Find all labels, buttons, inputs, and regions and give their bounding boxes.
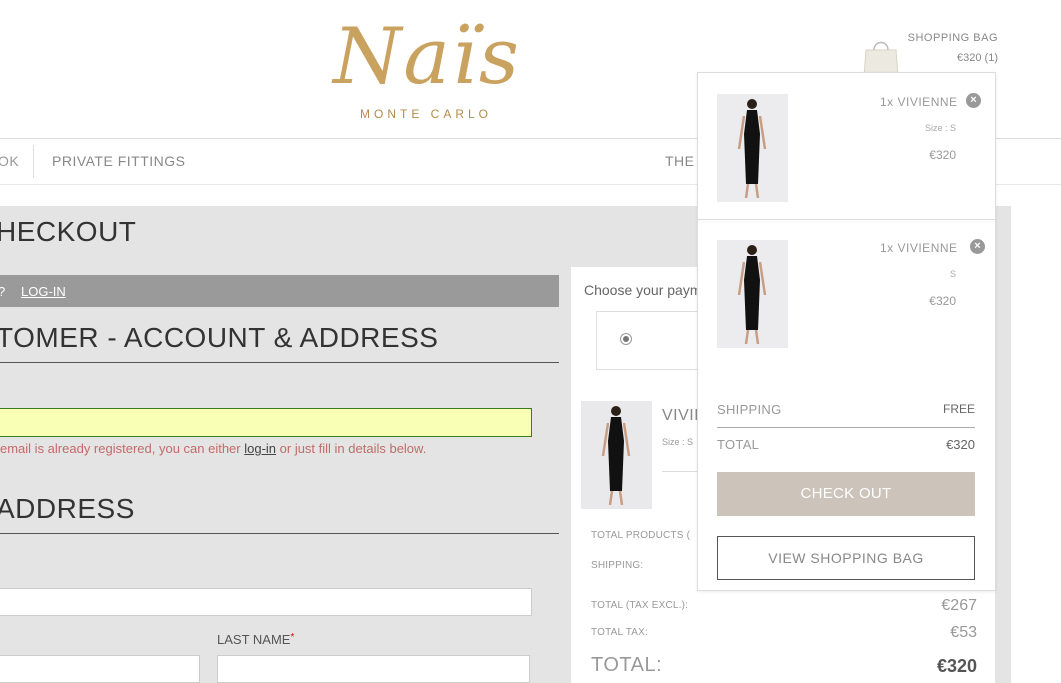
bag-total-label: TOTAL [717,437,760,452]
total-tax-value: €53 [950,624,977,641]
payment-method-label: Choose your paym [584,282,702,298]
first-name-field[interactable] [0,655,200,683]
email-login-link[interactable]: log-in [244,441,276,456]
last-name-field[interactable] [217,655,530,683]
login-prompt: ? [0,284,5,299]
address-section-title: ADDRESS [0,493,135,524]
logo[interactable]: Naïs MONTE CARLO [322,12,532,127]
bag-item-image[interactable] [717,240,788,348]
total-tax-label: TOTAL TAX: [591,627,649,638]
remove-item-icon[interactable]: × [970,239,985,254]
last-name-label: LAST NAME* [217,632,294,647]
grand-total-label: TOTAL: [591,654,663,676]
nav-item-private-fittings[interactable]: PRIVATE FITTINGS [52,153,186,169]
nav-item-the[interactable]: THE [665,153,695,169]
total-tax-excl-label: TOTAL (TAX EXCL.): [591,600,689,611]
bag-item-price: €320 [929,148,956,162]
nav-item-lookbook[interactable]: OK [0,153,19,169]
required-mark: * [290,632,295,643]
bag-item-price: €320 [929,294,956,308]
shipping-label: SHIPPING: [591,560,644,571]
shopping-bag-total[interactable]: €320 (1) [880,52,998,64]
bag-item-name[interactable]: 1x VIVIENNE [880,241,958,255]
summary-product-rule [662,471,702,472]
summary-product-image [581,401,652,509]
total-products-label: TOTAL PRODUCTS ( [591,530,691,541]
grand-total-value: €320 [936,656,977,676]
bag-item-size: Size : S [924,123,956,133]
login-link[interactable]: LOG-IN [21,284,66,299]
shopping-bag-label[interactable]: SHOPPING BAG [880,32,998,44]
bag-item-divider [697,219,996,220]
view-shopping-bag-button[interactable]: VIEW SHOPPING BAG [717,536,975,580]
logo-subtitle: MONTE CARLO [360,107,493,121]
bag-item-size: S [949,269,956,279]
email-message-text: email is already registered, you can eit… [0,441,245,456]
bag-item-image[interactable] [717,94,788,202]
summary-product-size: Size : S [662,437,694,447]
account-section-title: TOMER - ACCOUNT & ADDRESS [0,322,439,353]
address-field[interactable] [0,588,532,616]
last-name-label-text: LAST NAME [217,632,291,647]
payment-radio[interactable] [620,333,632,345]
bag-item-name[interactable]: 1x VIVIENNE [880,95,958,109]
total-tax-excl-value: €267 [941,597,977,614]
bag-shipping-value: FREE [942,402,975,416]
bag-shipping-label: SHIPPING [717,402,782,417]
logo-script: Naïs [333,12,521,102]
remove-item-icon[interactable]: × [966,93,981,108]
check-out-button[interactable]: CHECK OUT [717,472,975,516]
address-section-rule [0,533,559,534]
bag-total-rule [717,427,975,428]
bag-total-value: €320 [946,437,975,452]
payment-option[interactable] [596,311,706,370]
email-registered-message: email is already registered, you can eit… [0,441,426,456]
nav-separator [33,145,34,178]
email-message-text-end: or just fill in details below. [276,441,427,456]
account-section-rule [0,362,559,363]
email-field[interactable] [0,408,532,437]
login-bar [0,275,559,307]
page-title: HECKOUT [0,216,137,247]
